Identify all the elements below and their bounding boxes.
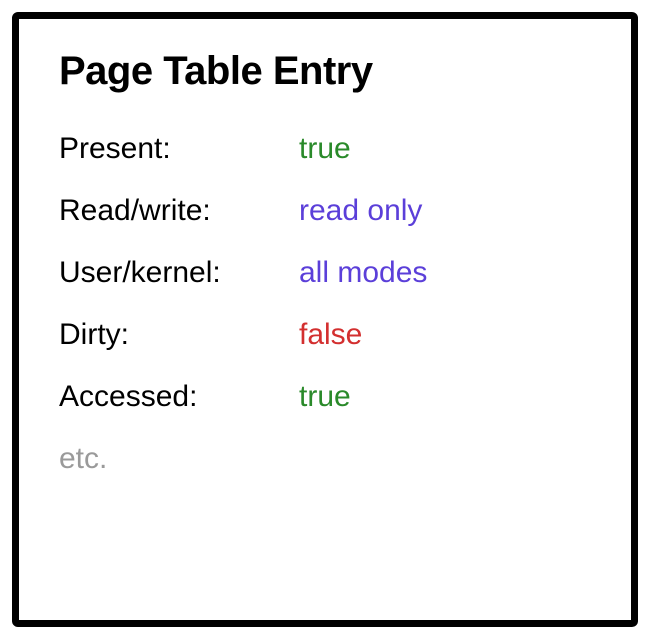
entry-label: Present: <box>59 132 289 166</box>
entry-value: all modes <box>299 256 591 290</box>
entry-label: Accessed: <box>59 380 289 414</box>
footer-text: etc. <box>59 442 591 476</box>
entry-value: true <box>299 380 591 414</box>
entry-value: false <box>299 318 591 352</box>
page-table-entry-card: Page Table Entry Present: true Read/writ… <box>12 12 638 627</box>
entry-value: true <box>299 132 591 166</box>
entry-label: User/kernel: <box>59 256 289 290</box>
entry-label: Dirty: <box>59 318 289 352</box>
entries-grid: Present: true Read/write: read only User… <box>59 132 591 414</box>
entry-value: read only <box>299 194 591 228</box>
entry-label: Read/write: <box>59 194 289 228</box>
card-title: Page Table Entry <box>59 49 591 94</box>
